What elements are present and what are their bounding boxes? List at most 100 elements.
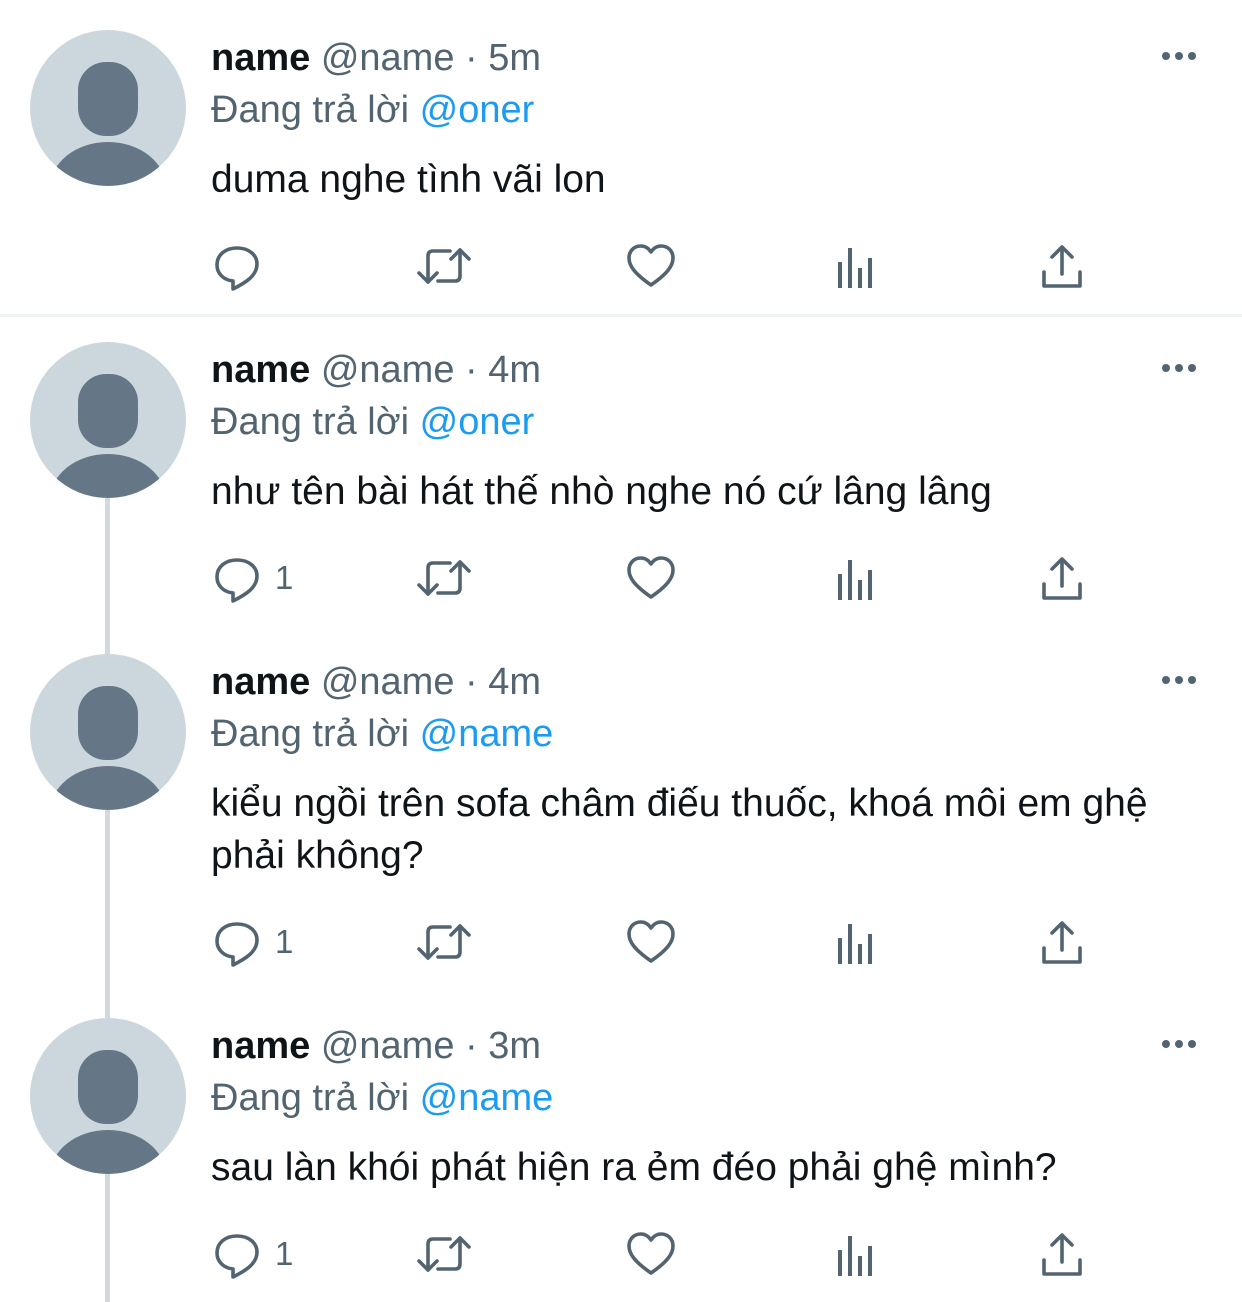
user-handle[interactable]: @name: [321, 661, 455, 703]
more-horizontal-icon: [1162, 52, 1196, 60]
default-avatar-icon: [50, 374, 166, 498]
more-options-button[interactable]: [1158, 44, 1202, 68]
meta-separator: ·: [465, 349, 478, 391]
views-button[interactable]: [832, 236, 880, 296]
more-horizontal-icon: [1162, 1040, 1196, 1048]
replying-to-label: Đang trả lời: [211, 1077, 410, 1119]
reply-mention-link[interactable]: @oner: [420, 89, 535, 131]
tweet-text: sau làn khói phát hiện ra ẻm đéo phải gh…: [211, 1146, 1057, 1189]
share-button[interactable]: [1036, 236, 1088, 296]
tweet-2[interactable]: name @name · 4m Đang trả lời @oner như t…: [0, 312, 1242, 654]
more-horizontal-icon: [1162, 676, 1196, 684]
user-handle[interactable]: @name: [321, 1025, 455, 1067]
display-name[interactable]: name: [211, 661, 310, 703]
default-avatar-icon: [50, 686, 166, 810]
retweet-icon: [417, 248, 471, 284]
retweet-button[interactable]: [414, 1224, 474, 1284]
tweet-actions: 1: [0, 548, 1242, 608]
user-handle[interactable]: @name: [321, 37, 455, 79]
replying-to: Đang trả lời @oner: [211, 400, 534, 444]
reply-mention-link[interactable]: @name: [420, 1077, 554, 1119]
avatar[interactable]: [30, 30, 186, 186]
default-avatar-icon: [50, 1050, 166, 1174]
meta-separator: ·: [465, 37, 478, 79]
more-horizontal-icon: [1162, 364, 1196, 372]
views-button[interactable]: [832, 912, 880, 972]
user-handle[interactable]: @name: [321, 349, 455, 391]
reply-button[interactable]: 1: [211, 548, 293, 608]
like-button[interactable]: [625, 912, 677, 972]
tweet-text: như tên bài hát thế nhò nghe nó cứ lâng …: [211, 470, 992, 513]
share-button[interactable]: [1036, 912, 1088, 972]
reply-button[interactable]: [211, 236, 275, 296]
replying-to-label: Đang trả lời: [211, 713, 410, 755]
more-options-button[interactable]: [1158, 1032, 1202, 1056]
timestamp[interactable]: 4m: [488, 661, 541, 703]
views-button[interactable]: [832, 1224, 880, 1284]
analytics-bars-icon: [838, 924, 872, 964]
retweet-button[interactable]: [414, 912, 474, 972]
reply-bubble-icon: [215, 1234, 259, 1279]
analytics-bars-icon: [838, 1236, 872, 1276]
more-options-button[interactable]: [1158, 668, 1202, 692]
tweet-header: name @name · 3m: [211, 1024, 541, 1068]
meta-separator: ·: [465, 661, 478, 703]
retweet-button[interactable]: [414, 236, 474, 296]
like-button[interactable]: [625, 548, 677, 608]
replying-to: Đang trả lời @name: [211, 712, 553, 756]
like-button[interactable]: [625, 236, 677, 296]
replying-to-label: Đang trả lời: [211, 89, 410, 131]
views-button[interactable]: [832, 548, 880, 608]
tweet-1[interactable]: name @name · 5m Đang trả lời @oner duma …: [0, 0, 1242, 316]
avatar[interactable]: [30, 342, 186, 498]
like-button[interactable]: [625, 1224, 677, 1284]
tweet-text: kiểu ngồi trên sofa châm điếu thuốc, kho…: [211, 782, 1148, 877]
default-avatar-icon: [50, 62, 166, 186]
heart-icon: [627, 556, 675, 599]
tweet-4[interactable]: name @name · 3m Đang trả lời @name sau l…: [0, 988, 1242, 1302]
tweet-header: name @name · 4m: [211, 348, 541, 392]
share-button[interactable]: [1036, 1224, 1088, 1284]
reply-button[interactable]: 1: [211, 912, 293, 972]
more-options-button[interactable]: [1158, 356, 1202, 380]
retweet-icon: [417, 560, 471, 596]
timestamp[interactable]: 5m: [488, 37, 541, 79]
display-name[interactable]: name: [211, 349, 310, 391]
tweet-actions: 1: [0, 1224, 1242, 1284]
tweet-text: duma nghe tình vãi lon: [211, 158, 606, 201]
avatar[interactable]: [30, 1018, 186, 1174]
retweet-icon: [417, 1236, 471, 1272]
analytics-bars-icon: [838, 560, 872, 600]
display-name[interactable]: name: [211, 1025, 310, 1067]
timestamp[interactable]: 3m: [488, 1025, 541, 1067]
avatar[interactable]: [30, 654, 186, 810]
reply-count: 1: [275, 559, 294, 596]
share-upload-icon: [1042, 921, 1082, 964]
reply-count: 1: [275, 1235, 294, 1272]
reply-mention-link[interactable]: @oner: [420, 401, 535, 443]
reply-mention-link[interactable]: @name: [420, 713, 554, 755]
retweet-button[interactable]: [414, 548, 474, 608]
tweet-3[interactable]: name @name · 4m Đang trả lời @name kiểu …: [0, 624, 1242, 1018]
share-button[interactable]: [1036, 548, 1088, 608]
replying-to: Đang trả lời @oner: [211, 88, 534, 132]
reply-bubble-icon: [215, 558, 259, 603]
share-upload-icon: [1042, 245, 1082, 288]
reply-bubble-icon: [215, 922, 259, 967]
tweet-actions: 1: [0, 912, 1242, 972]
reply-bubble-icon: [215, 246, 259, 291]
tweet-header: name @name · 5m: [211, 36, 541, 80]
display-name[interactable]: name: [211, 37, 310, 79]
heart-icon: [627, 920, 675, 963]
analytics-bars-icon: [838, 248, 872, 288]
heart-icon: [627, 244, 675, 287]
timestamp[interactable]: 4m: [488, 349, 541, 391]
retweet-icon: [417, 924, 471, 960]
share-upload-icon: [1042, 557, 1082, 600]
reply-count: 1: [275, 923, 294, 960]
tweet-actions: [0, 236, 1242, 296]
share-upload-icon: [1042, 1233, 1082, 1276]
reply-button[interactable]: 1: [211, 1224, 293, 1284]
replying-to: Đang trả lời @name: [211, 1076, 553, 1120]
tweet-header: name @name · 4m: [211, 660, 541, 704]
